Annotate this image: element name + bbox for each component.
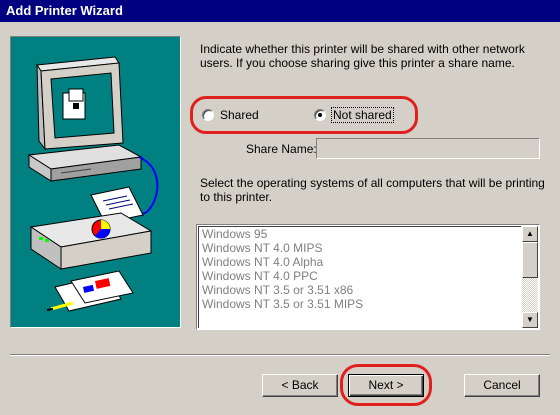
share-name-input[interactable]	[316, 138, 540, 159]
os-list: Windows 95 Windows NT 4.0 MIPS Windows N…	[198, 226, 521, 328]
list-item[interactable]: Windows NT 4.0 PPC	[199, 269, 521, 283]
title-bar: Add Printer Wizard	[0, 0, 560, 22]
printer-illustration	[29, 186, 153, 270]
sharing-instructions: Indicate whether this printer will be sh…	[200, 42, 525, 70]
os-select-instructions: Select the operating systems of all comp…	[200, 176, 545, 204]
share-name-label: Share Name:	[246, 142, 317, 156]
not-shared-radio-label[interactable]: Not shared	[331, 107, 394, 123]
list-item[interactable]: Windows NT 3.5 or 3.51 x86	[199, 283, 521, 297]
add-printer-wizard-window: Add Printer Wizard Indicate whether this…	[0, 0, 560, 415]
os-listbox[interactable]: Windows 95 Windows NT 4.0 MIPS Windows N…	[196, 224, 540, 330]
sharing-options: Shared Not shared	[190, 96, 418, 134]
list-item[interactable]: Windows NT 4.0 MIPS	[199, 241, 521, 255]
shared-radio-dot[interactable]	[202, 109, 214, 121]
next-highlight-annotation	[340, 364, 432, 406]
list-item[interactable]: Windows NT 3.5 or 3.51 MIPS	[199, 297, 521, 311]
scroll-up-icon[interactable]: ▲	[522, 226, 538, 242]
button-divider	[10, 354, 550, 356]
shared-radio[interactable]: Shared	[202, 108, 259, 122]
wizard-illustration	[10, 36, 181, 328]
not-shared-radio[interactable]: Not shared	[314, 107, 394, 123]
documents-illustration	[46, 270, 134, 312]
os-list-scrollbar[interactable]: ▲ ▼	[522, 226, 538, 328]
printer-wizard-art	[27, 56, 159, 312]
list-item[interactable]: Windows 95	[199, 227, 521, 241]
not-shared-radio-dot[interactable]	[314, 109, 326, 121]
scroll-down-icon[interactable]: ▼	[522, 312, 538, 328]
window-title: Add Printer Wizard	[6, 3, 123, 18]
back-button[interactable]: < Back	[262, 374, 338, 397]
scroll-thumb[interactable]	[522, 242, 538, 278]
shared-radio-label[interactable]: Shared	[220, 108, 259, 122]
computer-illustration	[27, 56, 143, 182]
list-item[interactable]: Windows NT 4.0 Alpha	[199, 255, 521, 269]
cancel-button[interactable]: Cancel	[464, 374, 540, 397]
